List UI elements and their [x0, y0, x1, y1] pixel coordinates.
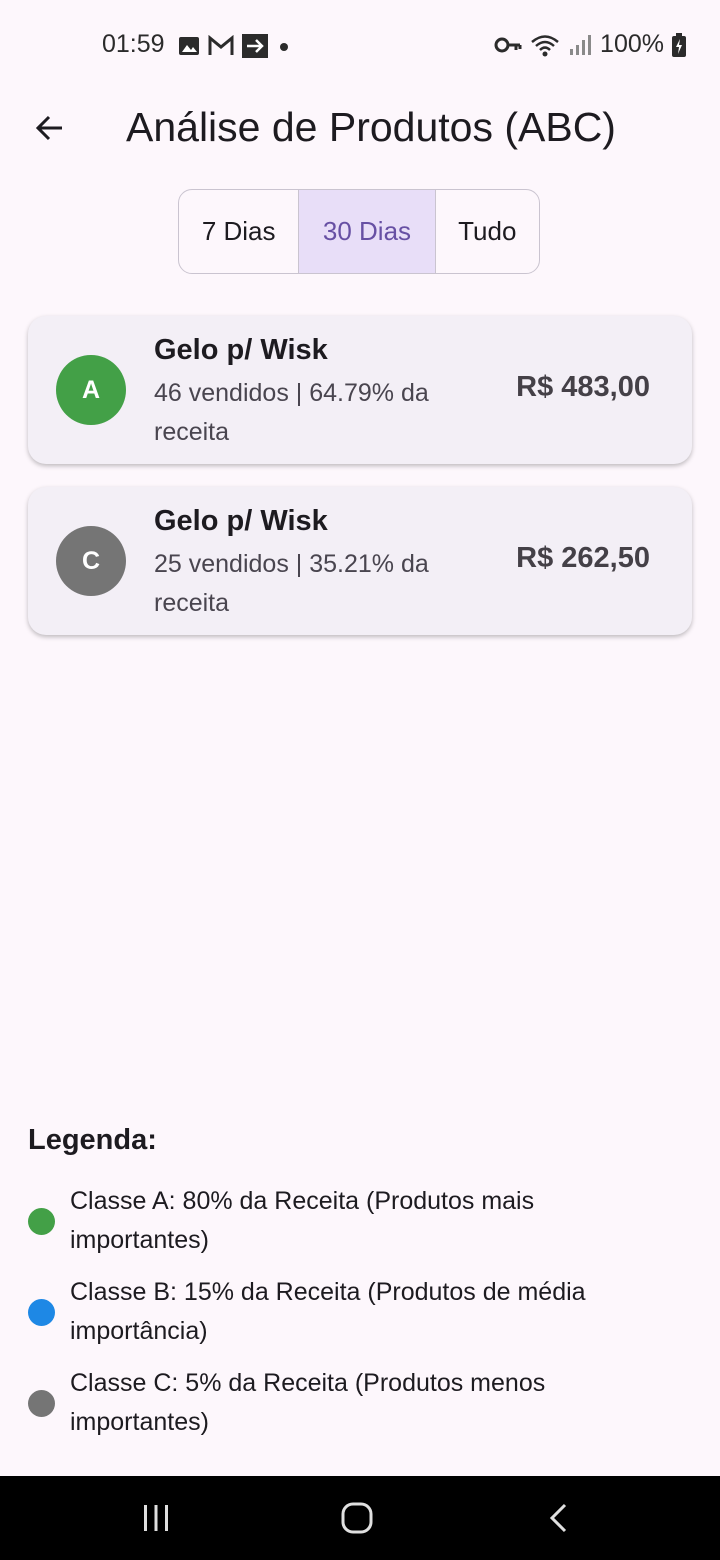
product-revenue: R$ 483,00	[516, 371, 650, 403]
recent-apps-icon	[144, 1505, 168, 1531]
arrow-back-icon	[35, 115, 62, 141]
recent-apps-button[interactable]	[126, 1492, 186, 1544]
battery-percentage: 100%	[600, 30, 664, 58]
period-option-tudo[interactable]: Tudo	[434, 190, 539, 273]
legend-text: Classe B: 15% da Receita (Produtos de mé…	[70, 1278, 586, 1345]
signal-icon	[570, 34, 592, 55]
period-option-7-dias[interactable]: 7 Dias	[179, 190, 298, 273]
legend-item-class-a: Classe A: 80% da Receita (Produtos mais …	[28, 1182, 692, 1260]
class-badge: C	[56, 526, 126, 596]
wifi-icon	[531, 34, 559, 56]
product-card[interactable]: A Gelo p/ Wisk 46 vendidos | 64.79% da r…	[28, 316, 692, 464]
status-bar: 01:59 100%	[0, 0, 720, 92]
legend-text: Classe C: 5% da Receita (Produtos menos …	[70, 1369, 546, 1436]
vpn-key-icon	[494, 37, 522, 52]
product-card[interactable]: C Gelo p/ Wisk 25 vendidos | 35.21% da r…	[28, 487, 692, 635]
app-bar: Análise de Produtos (ABC)	[0, 92, 720, 164]
home-icon	[341, 1502, 373, 1534]
product-list: A Gelo p/ Wisk 46 vendidos | 64.79% da r…	[28, 316, 692, 658]
period-option-30-dias[interactable]: 30 Dias	[298, 190, 435, 273]
dot-icon	[280, 43, 288, 51]
legend: Legenda: Classe A: 80% da Receita (Produ…	[28, 1120, 692, 1455]
system-nav-bar	[0, 1476, 720, 1560]
legend-item-class-c: Classe C: 5% da Receita (Produtos menos …	[28, 1364, 692, 1442]
page-title: Análise de Produtos (ABC)	[126, 104, 616, 150]
home-button[interactable]	[327, 1492, 387, 1544]
legend-dot-grey	[28, 1389, 55, 1417]
legend-title: Legenda:	[28, 1124, 157, 1156]
product-name: Gelo p/ Wisk	[154, 505, 328, 537]
gmail-icon	[208, 35, 234, 55]
period-filter: 7 Dias 30 Dias Tudo	[178, 189, 540, 274]
image-icon	[179, 37, 199, 55]
status-system-icons: 100%	[494, 30, 686, 59]
back-nav-button[interactable]	[529, 1492, 589, 1544]
status-notification-icons	[178, 34, 292, 58]
back-button[interactable]	[22, 100, 78, 156]
legend-dot-blue	[28, 1298, 55, 1326]
forward-box-icon	[242, 34, 268, 58]
product-name: Gelo p/ Wisk	[154, 334, 328, 366]
class-badge-label: C	[81, 546, 101, 575]
class-badge-label: A	[81, 375, 101, 404]
product-revenue: R$ 262,50	[516, 542, 650, 574]
product-sales-info: 25 vendidos | 35.21% da receita	[154, 550, 429, 617]
legend-item-class-b: Classe B: 15% da Receita (Produtos de mé…	[28, 1273, 692, 1351]
back-nav-icon	[549, 1503, 567, 1533]
status-time: 01:59	[102, 30, 165, 58]
class-badge: A	[56, 355, 126, 425]
battery-charging-icon	[672, 32, 686, 57]
legend-text: Classe A: 80% da Receita (Produtos mais …	[70, 1187, 535, 1254]
legend-dot-green	[28, 1207, 55, 1235]
product-sales-info: 46 vendidos | 64.79% da receita	[154, 379, 429, 446]
